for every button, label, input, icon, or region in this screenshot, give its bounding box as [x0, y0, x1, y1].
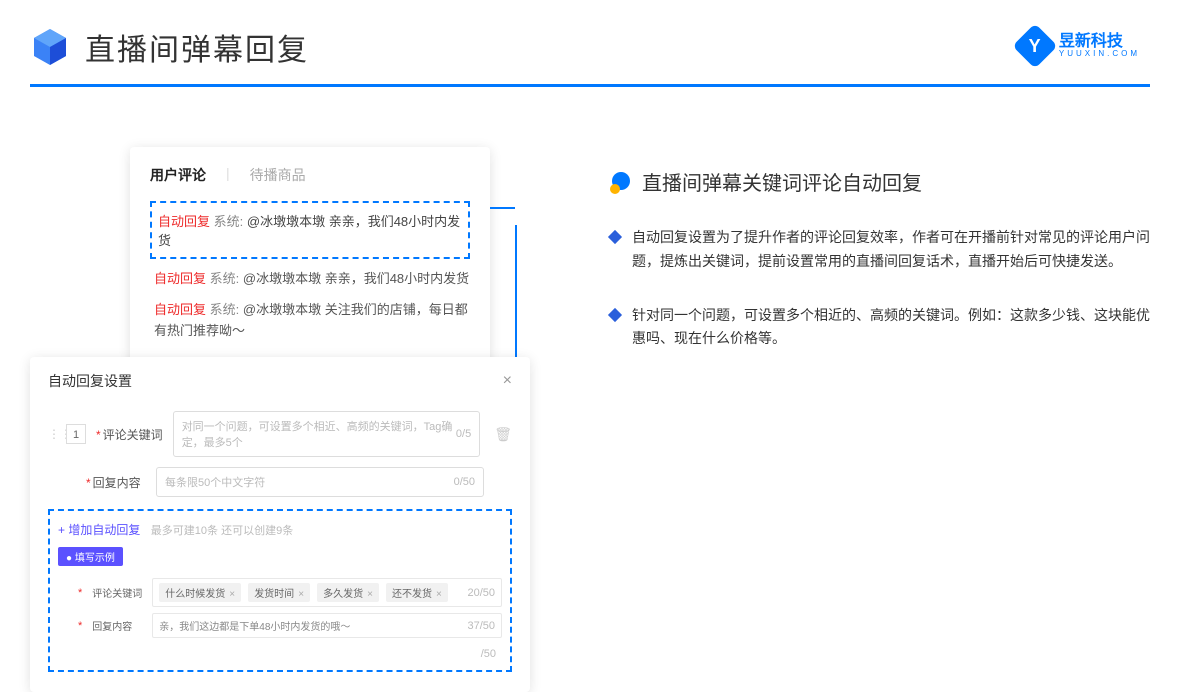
tab-user-comments[interactable]: 用户评论: [150, 165, 206, 185]
diamond-bullet-icon: [608, 308, 622, 322]
highlighted-reply: 自动回复 系统: @冰墩墩本墩 亲亲，我们48小时内发货: [150, 201, 470, 259]
delete-icon[interactable]: 🗑: [494, 426, 512, 443]
keyword-input[interactable]: 对同一个问题，可设置多个相近、高频的关键词，Tag确定，最多5个 0/5: [173, 411, 481, 457]
tabs: 用户评论 | 待播商品: [150, 165, 470, 185]
bullet-item: 针对同一个问题，可设置多个相近的、高频的关键词。例如：这款多少钱、这块能优惠吗、…: [610, 304, 1150, 352]
reply-line: 自动回复 系统: @冰墩墩本墩 关注我们的店铺，每日都有热门推荐呦～: [154, 300, 470, 342]
example-badge: ● 填写示例: [58, 547, 123, 566]
page-title: 直播间弹幕回复: [85, 25, 309, 69]
description-panel: 直播间弹幕关键词评论自动回复 自动回复设置为了提升作者的评论回复效率，作者可在开…: [610, 147, 1150, 421]
page-header: 直播间弹幕回复: [0, 0, 1180, 84]
tab-pending-goods[interactable]: 待播商品: [250, 165, 306, 185]
connector-line: [490, 207, 515, 209]
auto-reply-settings-modal: 自动回复设置 × ⋮⋮ 1 *评论关键词 对同一个问题，可设置多个相近、高频的关…: [30, 357, 530, 692]
header-cube-icon: [30, 27, 70, 67]
order-number: 1: [66, 424, 86, 444]
reply-line: 自动回复 系统: @冰墩墩本墩 亲亲，我们48小时内发货: [154, 269, 470, 290]
bullet-item: 自动回复设置为了提升作者的评论回复效率，作者可在开播前针对常见的评论用户问题，提…: [610, 226, 1150, 274]
screenshot-mockups: 用户评论 | 待播商品 自动回复 系统: @冰墩墩本墩 亲亲，我们48小时内发货…: [30, 147, 550, 421]
auto-reply-tag: 自动回复: [158, 214, 210, 229]
section-heading: 直播间弹幕关键词评论自动回复: [642, 167, 922, 196]
chat-bubble-icon: [610, 172, 630, 192]
close-icon[interactable]: ×: [503, 372, 512, 390]
brand-logo-icon: Y: [1012, 23, 1057, 68]
modal-title: 自动回复设置: [48, 371, 132, 391]
add-auto-reply-link[interactable]: + 增加自动回复: [58, 523, 140, 537]
brand-name-en: YUUXIN.COM: [1059, 50, 1140, 58]
example-keyword-input[interactable]: 什么时候发货 发货时间 多久发货 还不发货 20/50: [152, 578, 502, 607]
brand-name-cn: 昱新科技: [1059, 34, 1140, 50]
example-section: + 增加自动回复 最多可建10条 还可以创建9条 ● 填写示例 * 评论关键词 …: [48, 509, 512, 672]
brand-logo: Y 昱新科技 YUUXIN.COM: [1019, 30, 1140, 62]
drag-handle-icon[interactable]: ⋮⋮: [48, 427, 56, 441]
diamond-bullet-icon: [608, 230, 622, 244]
example-tags: 什么时候发货 发货时间 多久发货 还不发货: [159, 583, 452, 602]
content-input[interactable]: 每条限50个中文字符 0/50: [156, 467, 484, 497]
example-content-input[interactable]: 亲，我们这边都是下单48小时内发货的哦～ 37/50: [152, 613, 502, 638]
